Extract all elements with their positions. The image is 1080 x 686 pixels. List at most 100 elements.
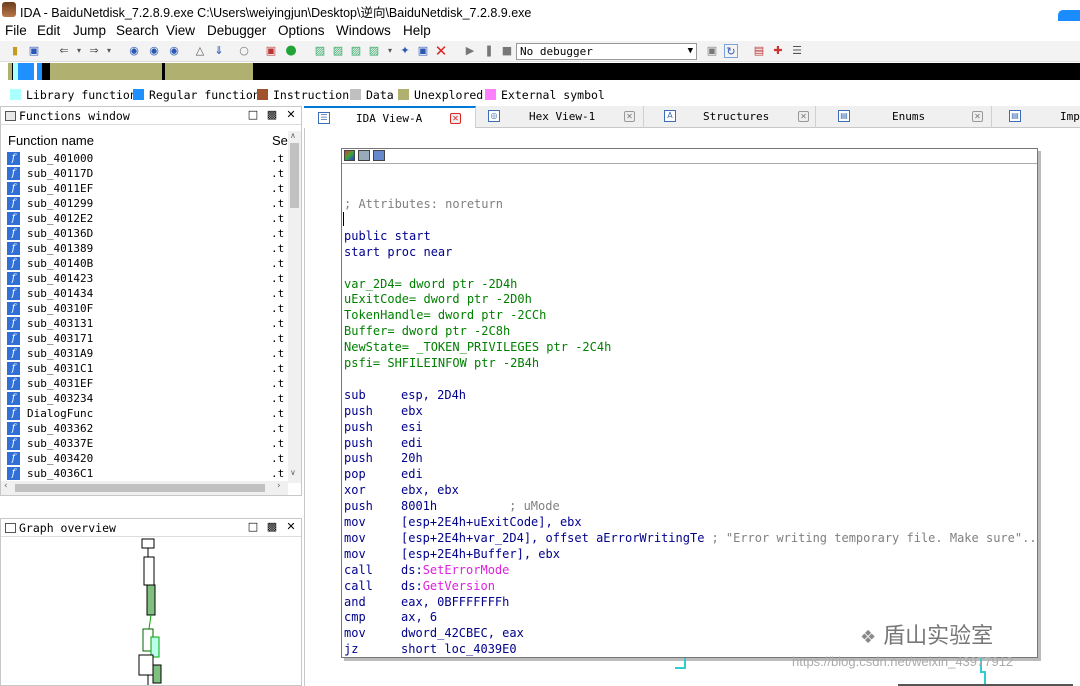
function-row[interactable]: f sub_401434 .t (1, 286, 287, 301)
scroll-down-icon[interactable]: ∨ (290, 468, 296, 477)
tab-close-icon[interactable]: ✕ (624, 111, 635, 122)
scroll-right-icon[interactable]: › (277, 481, 281, 491)
code-line-instruction[interactable]: mov [esp+2E4h+Buffer], ebx (344, 547, 560, 562)
function-row[interactable]: f sub_4031A9 .t (1, 346, 287, 361)
tab-imports[interactable]: ▤ Imp (992, 106, 1080, 128)
function-row[interactable]: f sub_40310F .t (1, 301, 287, 316)
make-function-icon[interactable]: ✦ (398, 44, 412, 58)
menu-jump[interactable]: Jump (73, 23, 106, 38)
code-line-instruction[interactable]: push 20h (344, 451, 423, 466)
close-icon[interactable]: ✕ (284, 108, 298, 121)
graph-image-icon[interactable]: ▣ (264, 44, 278, 58)
function-row[interactable]: f sub_403171 .t (1, 331, 287, 346)
code-line-var[interactable]: psfi= SHFILEINFOW ptr -2B4h (344, 356, 539, 371)
menu-view[interactable]: View (166, 23, 195, 38)
function-row[interactable]: f sub_403362 .t (1, 421, 287, 436)
code-line-instruction[interactable]: push 8001h ; uMode (344, 499, 560, 514)
code-line-instruction[interactable]: push esi (344, 420, 423, 435)
search-text-icon[interactable]: ◉ (147, 44, 161, 58)
tab-hex-view-1[interactable]: ◎ Hex View-1 ✕ (476, 106, 644, 128)
search-next-icon[interactable]: △ (193, 44, 207, 58)
scroll-up-icon[interactable]: ∧ (290, 131, 296, 140)
function-row[interactable]: f sub_401389 .t (1, 241, 287, 256)
down-arrow-icon[interactable]: ⇓ (212, 44, 226, 58)
maximize-icon[interactable]: □ (246, 520, 260, 533)
function-row[interactable]: f sub_401423 .t (1, 271, 287, 286)
function-row[interactable]: f sub_4036C1 .t (1, 466, 287, 481)
code-line-instruction[interactable]: mov dword_42CBEC, eax (344, 626, 524, 641)
code-line-var[interactable]: TokenHandle= dword ptr -2CCh (344, 308, 546, 323)
play-icon[interactable]: ▶ (463, 44, 477, 58)
function-row[interactable]: f sub_403420 .t (1, 451, 287, 466)
navigation-band[interactable] (8, 63, 1080, 80)
menu-debugger[interactable]: Debugger (207, 23, 266, 38)
function-row[interactable]: f sub_4031C1 .t (1, 361, 287, 376)
code-line-instruction[interactable]: push edi (344, 436, 423, 451)
array-dropdown-icon[interactable]: ▾ (383, 44, 397, 58)
stop-icon[interactable]: ■ (500, 44, 514, 58)
graph-node-start[interactable]: ; Attributes: noreturn public start start … (341, 148, 1038, 658)
maximize-icon[interactable]: □ (246, 108, 260, 121)
tab-close-icon[interactable]: ✕ (450, 113, 461, 124)
code-line-instruction[interactable]: call ds:SetErrorMode (344, 563, 509, 578)
search-binary-icon[interactable]: ◉ (167, 44, 181, 58)
data-icon[interactable]: ▨ (331, 44, 345, 58)
column-function-name[interactable]: Function name (8, 133, 94, 148)
code-line-instruction[interactable]: and eax, 0BFFFFFFFh (344, 595, 509, 610)
node-color-icon[interactable] (344, 150, 355, 161)
menu-file[interactable]: File (5, 23, 27, 38)
function-row[interactable]: f sub_40337E .t (1, 436, 287, 451)
scroll-left-icon[interactable]: ‹ (4, 481, 8, 491)
code-line-instruction[interactable]: cmp ax, 6 (344, 610, 437, 625)
tab-close-icon[interactable]: ✕ (972, 111, 983, 122)
column-segment[interactable]: Se (272, 133, 288, 148)
function-row[interactable]: f sub_403234 .t (1, 391, 287, 406)
forward-dropdown-icon[interactable]: ▾ (102, 44, 116, 58)
code-line-var[interactable]: uExitCode= dword ptr -2D0h (344, 292, 532, 307)
function-row[interactable]: f sub_401299 .t (1, 196, 287, 211)
close-red-x-icon[interactable]: ✕ (434, 44, 448, 59)
back-arrow-icon[interactable]: ⇐ (57, 44, 71, 58)
functions-horizontal-scrollbar[interactable]: ‹ › (1, 481, 288, 495)
pause-icon[interactable]: ❚ (482, 44, 496, 58)
back-dropdown-icon[interactable]: ▾ (72, 44, 86, 58)
search-dimmed-icon[interactable]: ○ (237, 44, 251, 58)
tab-ida-view-a[interactable]: ☰ IDA View-A ✕ (304, 106, 476, 128)
code-line-comment[interactable]: ; Attributes: noreturn (344, 197, 503, 212)
scroll-thumb[interactable] (15, 484, 265, 492)
code-icon[interactable]: ▨ (313, 44, 327, 58)
float-icon[interactable]: ▩ (265, 520, 279, 533)
ida-view-graph[interactable]: ; Attributes: noreturn public start start … (304, 128, 1080, 686)
trace-icon[interactable]: ☰ (790, 44, 804, 58)
import-name[interactable]: GetVersion (423, 579, 495, 593)
function-row[interactable]: f sub_401000 .t (1, 151, 287, 166)
tab-enums[interactable]: ▤ Enums ✕ (816, 106, 992, 128)
tab-structures[interactable]: A Structures ✕ (644, 106, 816, 128)
code-line-var[interactable]: Buffer= dword ptr -2C8h (344, 324, 510, 339)
code-line-instruction[interactable]: mov [esp+2E4h+uExitCode], ebx (344, 515, 582, 530)
save-icon[interactable]: ▣ (27, 44, 41, 58)
code-line-instruction[interactable]: jz short loc_4039E0 (344, 642, 517, 657)
node-group-icon[interactable] (373, 150, 385, 161)
code-line-instruction[interactable]: xor ebx, ebx (344, 483, 459, 498)
open-folder-icon[interactable]: ▮ (8, 44, 22, 58)
menu-windows[interactable]: Windows (336, 23, 391, 38)
graph-overview-minimap[interactable] (121, 537, 181, 685)
code-line-var[interactable]: var_2D4= dword ptr -2D4h (344, 277, 517, 292)
node-graph-icon[interactable] (358, 150, 370, 161)
run-green-icon[interactable]: ● (284, 44, 298, 58)
menu-search[interactable]: Search (116, 23, 159, 38)
code-line-instruction[interactable]: pop edi (344, 467, 423, 482)
forward-arrow-icon[interactable]: ⇒ (87, 44, 101, 58)
function-row[interactable]: f sub_40117D .t (1, 166, 287, 181)
function-row[interactable]: f sub_4012E2 .t (1, 211, 287, 226)
array-icon[interactable]: ▨ (367, 44, 381, 58)
code-line-instruction[interactable]: sub esp, 2D4h (344, 388, 466, 403)
functions-vertical-scrollbar[interactable]: ∧ ∨ (288, 131, 301, 483)
binoculars-icon[interactable]: ◉ (127, 44, 141, 58)
function-row[interactable]: f sub_403131 .t (1, 316, 287, 331)
import-name[interactable]: SetErrorMode (423, 563, 510, 577)
string-icon[interactable]: ▨ (349, 44, 363, 58)
refresh-icon[interactable]: ↻ (724, 44, 738, 58)
code-line-proc[interactable]: start proc near (344, 245, 452, 260)
